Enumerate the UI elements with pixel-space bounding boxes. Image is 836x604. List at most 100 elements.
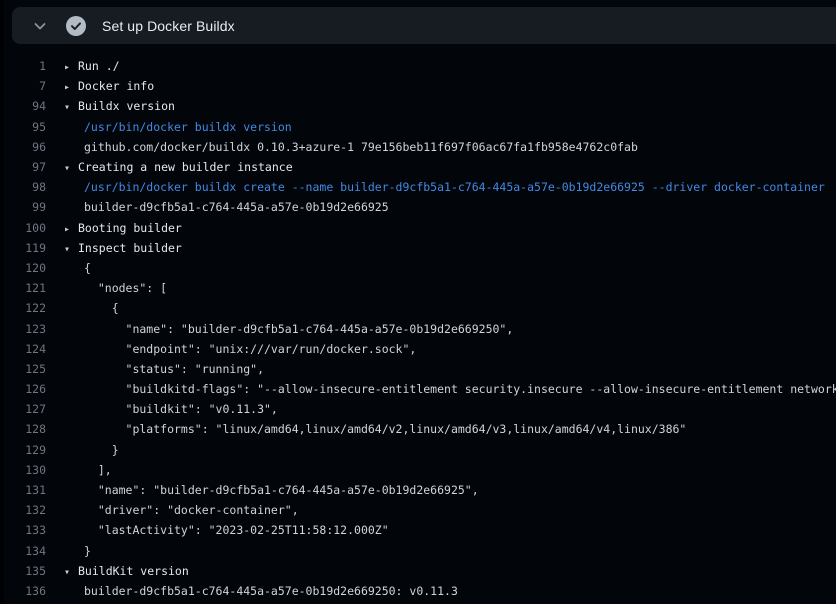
command-text: /usr/bin/docker buildx version — [46, 120, 292, 134]
chevron-down-icon[interactable] — [32, 18, 48, 34]
line-number-link[interactable]: 136 — [0, 584, 46, 598]
triangle-right-icon[interactable]: ▸ — [64, 224, 78, 235]
log-line: 97▾Creating a new builder instance — [0, 157, 836, 177]
log-line: 133 "lastActivity": "2023-02-25T11:58:12… — [0, 520, 836, 540]
output-text: } — [46, 443, 119, 457]
log-line: 130 ], — [0, 460, 836, 480]
group-toggle[interactable]: ▸Run ./ — [46, 59, 120, 73]
line-number-link[interactable]: 127 — [0, 402, 46, 416]
group-toggle[interactable]: ▸Docker info — [46, 79, 154, 93]
log-line: 134} — [0, 541, 836, 561]
line-number-link[interactable]: 99 — [0, 200, 46, 214]
log-area: 1▸Run ./7▸Docker info94▾Buildx version95… — [0, 56, 836, 601]
line-number-link[interactable]: 131 — [0, 483, 46, 497]
line-number-link[interactable]: 134 — [0, 544, 46, 558]
triangle-down-icon[interactable]: ▾ — [64, 163, 78, 174]
line-number-link[interactable]: 130 — [0, 463, 46, 477]
line-number-link[interactable]: 124 — [0, 342, 46, 356]
output-text: "name": "builder-d9cfb5a1-c764-445a-a57e… — [46, 322, 513, 336]
group-toggle[interactable]: ▾Buildx version — [46, 99, 175, 113]
triangle-down-icon[interactable]: ▾ — [64, 102, 78, 113]
triangle-right-icon[interactable]: ▸ — [64, 62, 78, 73]
log-line: 122 { — [0, 298, 836, 318]
triangle-down-icon[interactable]: ▾ — [64, 244, 78, 255]
output-text: github.com/docker/buildx 0.10.3+azure-1 … — [46, 140, 638, 154]
output-text: { — [46, 301, 119, 315]
log-line: 94▾Buildx version — [0, 96, 836, 116]
output-text: builder-d9cfb5a1-c764-445a-a57e-0b19d2e6… — [46, 200, 389, 214]
log-line: 7▸Docker info — [0, 76, 836, 96]
group-title: Buildx version — [78, 99, 175, 113]
line-number-link[interactable]: 119 — [0, 241, 46, 255]
output-text: "buildkitd-flags": "--allow-insecure-ent… — [46, 382, 836, 396]
line-number-link[interactable]: 120 — [0, 261, 46, 275]
output-text: "buildkit": "v0.11.3", — [46, 402, 278, 416]
output-text: "status": "running", — [46, 362, 264, 376]
output-text: builder-d9cfb5a1-c764-445a-a57e-0b19d2e6… — [46, 584, 458, 598]
line-number-link[interactable]: 121 — [0, 281, 46, 295]
group-title: Docker info — [78, 79, 154, 93]
line-number-link[interactable]: 1 — [0, 59, 46, 73]
group-toggle[interactable]: ▾Inspect builder — [46, 241, 182, 255]
output-text: { — [46, 261, 91, 275]
line-number-link[interactable]: 128 — [0, 422, 46, 436]
log-line: 99builder-d9cfb5a1-c764-445a-a57e-0b19d2… — [0, 197, 836, 217]
output-text: "nodes": [ — [46, 281, 167, 295]
command-text: /usr/bin/docker buildx create --name bui… — [46, 180, 825, 194]
log-line: 129 } — [0, 440, 836, 460]
line-number-link[interactable]: 96 — [0, 140, 46, 154]
line-number-link[interactable]: 94 — [0, 99, 46, 113]
output-text: "platforms": "linux/amd64,linux/amd64/v2… — [46, 422, 686, 436]
line-number-link[interactable]: 98 — [0, 180, 46, 194]
group-title: Booting builder — [78, 221, 182, 235]
log-line: 96github.com/docker/buildx 0.10.3+azure-… — [0, 137, 836, 157]
line-number-link[interactable]: 100 — [0, 221, 46, 235]
output-text: ], — [46, 463, 112, 477]
group-title: Creating a new builder instance — [78, 160, 293, 174]
log-line: 121 "nodes": [ — [0, 278, 836, 298]
line-number-link[interactable]: 95 — [0, 120, 46, 134]
group-toggle[interactable]: ▸Booting builder — [46, 221, 182, 235]
group-toggle[interactable]: ▾BuildKit version — [46, 564, 189, 578]
log-line: 98/usr/bin/docker buildx create --name b… — [0, 177, 836, 197]
triangle-down-icon[interactable]: ▾ — [64, 567, 78, 578]
step-title: Set up Docker Buildx — [102, 18, 235, 34]
log-line: 1▸Run ./ — [0, 56, 836, 76]
group-title: Run ./ — [78, 59, 120, 73]
log-line: 127 "buildkit": "v0.11.3", — [0, 399, 836, 419]
line-number-link[interactable]: 7 — [0, 79, 46, 93]
log-line: 95/usr/bin/docker buildx version — [0, 117, 836, 137]
log-line: 125 "status": "running", — [0, 359, 836, 379]
log-line: 120{ — [0, 258, 836, 278]
line-number-link[interactable]: 97 — [0, 160, 46, 174]
output-text: } — [46, 544, 91, 558]
log-line: 100▸Booting builder — [0, 218, 836, 238]
triangle-right-icon[interactable]: ▸ — [64, 82, 78, 93]
output-text: "name": "builder-d9cfb5a1-c764-445a-a57e… — [46, 483, 479, 497]
output-text: "lastActivity": "2023-02-25T11:58:12.000… — [46, 523, 389, 537]
line-number-link[interactable]: 123 — [0, 322, 46, 336]
group-title: Inspect builder — [78, 241, 182, 255]
log-line: 131 "name": "builder-d9cfb5a1-c764-445a-… — [0, 480, 836, 500]
output-text: "driver": "docker-container", — [46, 503, 299, 517]
line-number-link[interactable]: 125 — [0, 362, 46, 376]
step-success-icon — [66, 16, 86, 36]
group-title: BuildKit version — [78, 564, 189, 578]
log-line: 135▾BuildKit version — [0, 561, 836, 581]
log-line: 119▾Inspect builder — [0, 238, 836, 258]
line-number-link[interactable]: 122 — [0, 301, 46, 315]
line-number-link[interactable]: 132 — [0, 503, 46, 517]
log-line: 128 "platforms": "linux/amd64,linux/amd6… — [0, 419, 836, 439]
log-line: 132 "driver": "docker-container", — [0, 500, 836, 520]
log-line: 124 "endpoint": "unix:///var/run/docker.… — [0, 339, 836, 359]
group-toggle[interactable]: ▾Creating a new builder instance — [46, 160, 293, 174]
line-number-link[interactable]: 135 — [0, 564, 46, 578]
output-text: "endpoint": "unix:///var/run/docker.sock… — [46, 342, 416, 356]
log-line: 136builder-d9cfb5a1-c764-445a-a57e-0b19d… — [0, 581, 836, 601]
line-number-link[interactable]: 126 — [0, 382, 46, 396]
step-header[interactable]: Set up Docker Buildx — [12, 7, 836, 44]
log-line: 126 "buildkitd-flags": "--allow-insecure… — [0, 379, 836, 399]
log-line: 123 "name": "builder-d9cfb5a1-c764-445a-… — [0, 318, 836, 338]
line-number-link[interactable]: 129 — [0, 443, 46, 457]
line-number-link[interactable]: 133 — [0, 523, 46, 537]
